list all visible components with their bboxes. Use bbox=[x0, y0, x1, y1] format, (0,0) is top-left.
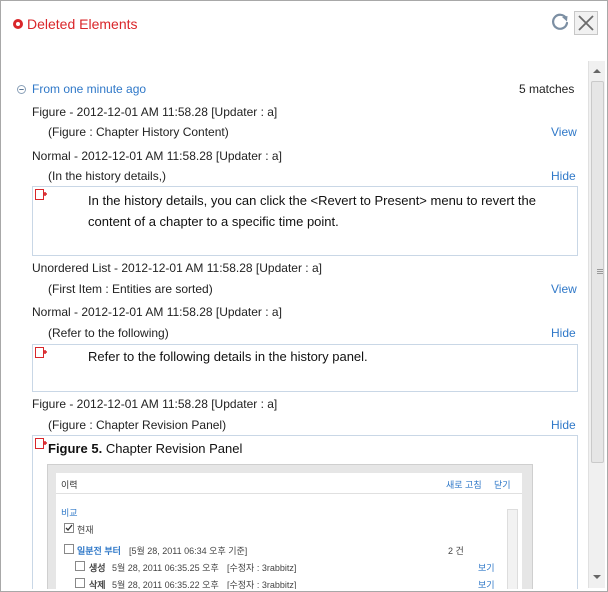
embedded-checkbox bbox=[75, 561, 85, 571]
embedded-row-link: 보기 bbox=[478, 563, 495, 573]
dialog-header: Deleted Elements bbox=[13, 16, 138, 32]
entry-summary: (First Item : Entities are sorted) bbox=[48, 282, 213, 296]
embedded-compare: 비교 bbox=[61, 508, 78, 518]
embedded-row-link: 보기 bbox=[478, 580, 495, 589]
deleted-paragraph: Refer to the following details in the hi… bbox=[88, 349, 368, 364]
match-count: 5 matches bbox=[519, 82, 575, 96]
deleted-content-box: In the history details, you can click th… bbox=[32, 186, 578, 256]
embedded-checkbox bbox=[64, 544, 74, 554]
group-label[interactable]: From one minute ago bbox=[32, 82, 146, 96]
deleted-elements-dialog: Deleted Elements From one minute ago 5 m… bbox=[0, 0, 608, 592]
embedded-title: 이력 bbox=[61, 480, 78, 490]
scrollbar-thumb[interactable] bbox=[591, 81, 604, 463]
hide-link[interactable]: Hide bbox=[551, 169, 576, 183]
hide-link[interactable]: Hide bbox=[551, 418, 576, 432]
refresh-icon[interactable] bbox=[549, 11, 571, 33]
embedded-row-date: 5월 28, 2011 06:35.22 오후 bbox=[112, 580, 219, 589]
entry-header: Normal - 2012-12-01 AM 11:58.28 [Updater… bbox=[32, 305, 282, 319]
entry-summary: (Refer to the following) bbox=[48, 326, 169, 340]
embedded-row-action: 삭제 bbox=[89, 580, 106, 589]
history-list: From one minute ago 5 matches Figure - 2… bbox=[1, 61, 588, 589]
vertical-scrollbar[interactable] bbox=[588, 61, 605, 588]
view-link[interactable]: View bbox=[551, 282, 577, 296]
figure-screenshot: 이력 새로 고침 닫기 비교 현재 일분전 부터 [5월 28, 2011 06… bbox=[47, 464, 533, 589]
embedded-scrollbar bbox=[507, 509, 518, 589]
check-icon bbox=[65, 524, 73, 531]
record-dot-icon bbox=[13, 19, 23, 29]
embedded-history-panel: 이력 새로 고침 닫기 비교 현재 일분전 부터 [5월 28, 2011 06… bbox=[56, 473, 522, 589]
embedded-current: 현재 bbox=[77, 525, 94, 535]
embedded-branch-date: [5월 28, 2011 06:34 오후 기준] bbox=[129, 546, 248, 556]
entry-summary: (In the history details,) bbox=[48, 169, 167, 183]
entry-summary: (Figure : Chapter Revision Panel) bbox=[48, 418, 227, 432]
embedded-row-editor: [수정자 : 3rabbitz] bbox=[227, 563, 297, 573]
hide-link[interactable]: Hide bbox=[551, 326, 576, 340]
figure-label: Figure 5. bbox=[48, 441, 103, 456]
restore-icon[interactable] bbox=[35, 189, 47, 201]
embedded-branch: 일분전 부터 bbox=[77, 546, 121, 556]
view-link[interactable]: View bbox=[551, 125, 577, 139]
restore-icon[interactable] bbox=[35, 438, 47, 450]
figure-caption: Figure 5. Chapter Revision Panel bbox=[48, 441, 242, 456]
scroll-down-icon[interactable] bbox=[589, 569, 605, 585]
entry-header: Figure - 2012-12-01 AM 11:58.28 [Updater… bbox=[32, 397, 278, 411]
entry-header: Normal - 2012-12-01 AM 11:58.28 [Updater… bbox=[32, 149, 282, 163]
embedded-row-editor: [수정자 : 3rabbitz] bbox=[227, 580, 297, 589]
entry-summary: (Figure : Chapter History Content) bbox=[48, 125, 229, 139]
close-icon bbox=[578, 15, 594, 31]
collapse-icon[interactable] bbox=[17, 85, 26, 94]
entry-header: Figure - 2012-12-01 AM 11:58.28 [Updater… bbox=[32, 105, 278, 119]
entry-header: Unordered List - 2012-12-01 AM 11:58.28 … bbox=[32, 261, 322, 275]
figure-title: Chapter Revision Panel bbox=[105, 441, 243, 456]
deleted-figure-box: Figure 5. Chapter Revision Panel 이력 새로 고… bbox=[32, 435, 578, 589]
embedded-close: 닫기 bbox=[494, 480, 511, 490]
embedded-row-date: 5월 28, 2011 06:35.25 오후 bbox=[112, 563, 219, 573]
close-button[interactable] bbox=[574, 11, 598, 35]
deleted-content-box: Refer to the following details in the hi… bbox=[32, 344, 578, 392]
embedded-checkbox bbox=[75, 578, 85, 588]
scroll-up-icon[interactable] bbox=[589, 63, 605, 79]
deleted-paragraph: In the history details, you can click th… bbox=[88, 193, 537, 229]
embedded-refresh: 새로 고침 bbox=[446, 480, 482, 490]
embedded-count: 2 건 bbox=[448, 546, 464, 556]
embedded-row-action: 생성 bbox=[89, 563, 106, 573]
restore-icon[interactable] bbox=[35, 347, 47, 359]
dialog-title: Deleted Elements bbox=[27, 16, 138, 32]
